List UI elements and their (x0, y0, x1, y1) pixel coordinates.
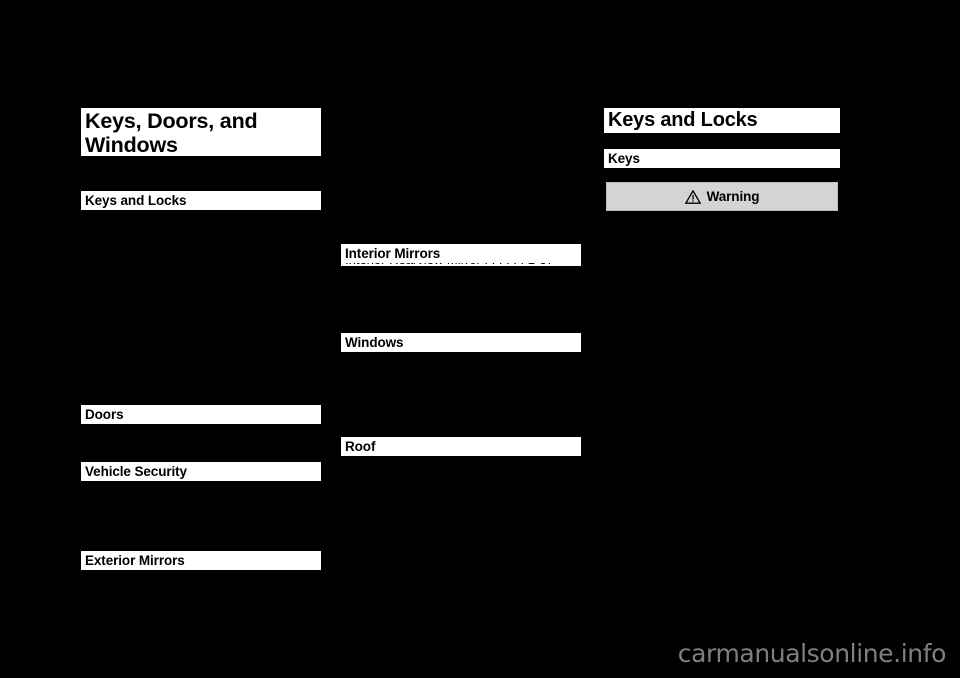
warning-callout-label: Warning (706, 189, 760, 204)
section-heading-label: Exterior Mirrors (85, 553, 185, 568)
section-heading-label: Vehicle Security (85, 464, 187, 479)
chapter-title: Keys, Doors, and Windows (81, 108, 321, 156)
watermark: carmanualsonline.info (677, 639, 947, 668)
subsection-heading-label: Keys (608, 151, 640, 166)
toc-entry-label: Interior Rearview Mirror . . . . . . 1-3… (341, 263, 581, 266)
section-heading-label: Keys and Locks (85, 193, 187, 208)
section-heading-keys-and-locks[interactable]: Keys and Locks (81, 191, 321, 210)
section-heading-windows[interactable]: Windows (341, 333, 581, 352)
section-heading-roof[interactable]: Roof (341, 437, 581, 456)
page-heading-text: Keys and Locks (608, 109, 758, 131)
section-heading-vehicle-security[interactable]: Vehicle Security (81, 462, 321, 481)
section-heading-label: Doors (85, 407, 124, 422)
section-heading-label: Windows (345, 335, 404, 350)
page-heading-keys-and-locks: Keys and Locks (604, 108, 840, 133)
chapter-title-text: Keys, Doors, and Windows (85, 109, 258, 156)
warning-callout: Warning (606, 182, 838, 211)
document-page: Keys, Doors, and Windows Keys and Locks … (0, 0, 960, 678)
section-heading-label: Roof (345, 439, 376, 454)
subsection-heading-keys: Keys (604, 149, 840, 168)
section-heading-doors[interactable]: Doors (81, 405, 321, 424)
section-heading-exterior-mirrors[interactable]: Exterior Mirrors (81, 551, 321, 570)
section-heading-interior-mirrors[interactable]: Interior Mirrors (341, 244, 581, 263)
section-heading-label: Interior Mirrors (345, 246, 441, 261)
warning-triangle-icon (684, 189, 701, 204)
toc-entry-clipped-interior-rearview-mirror[interactable]: Interior Rearview Mirror . . . . . . 1-3… (341, 263, 581, 266)
